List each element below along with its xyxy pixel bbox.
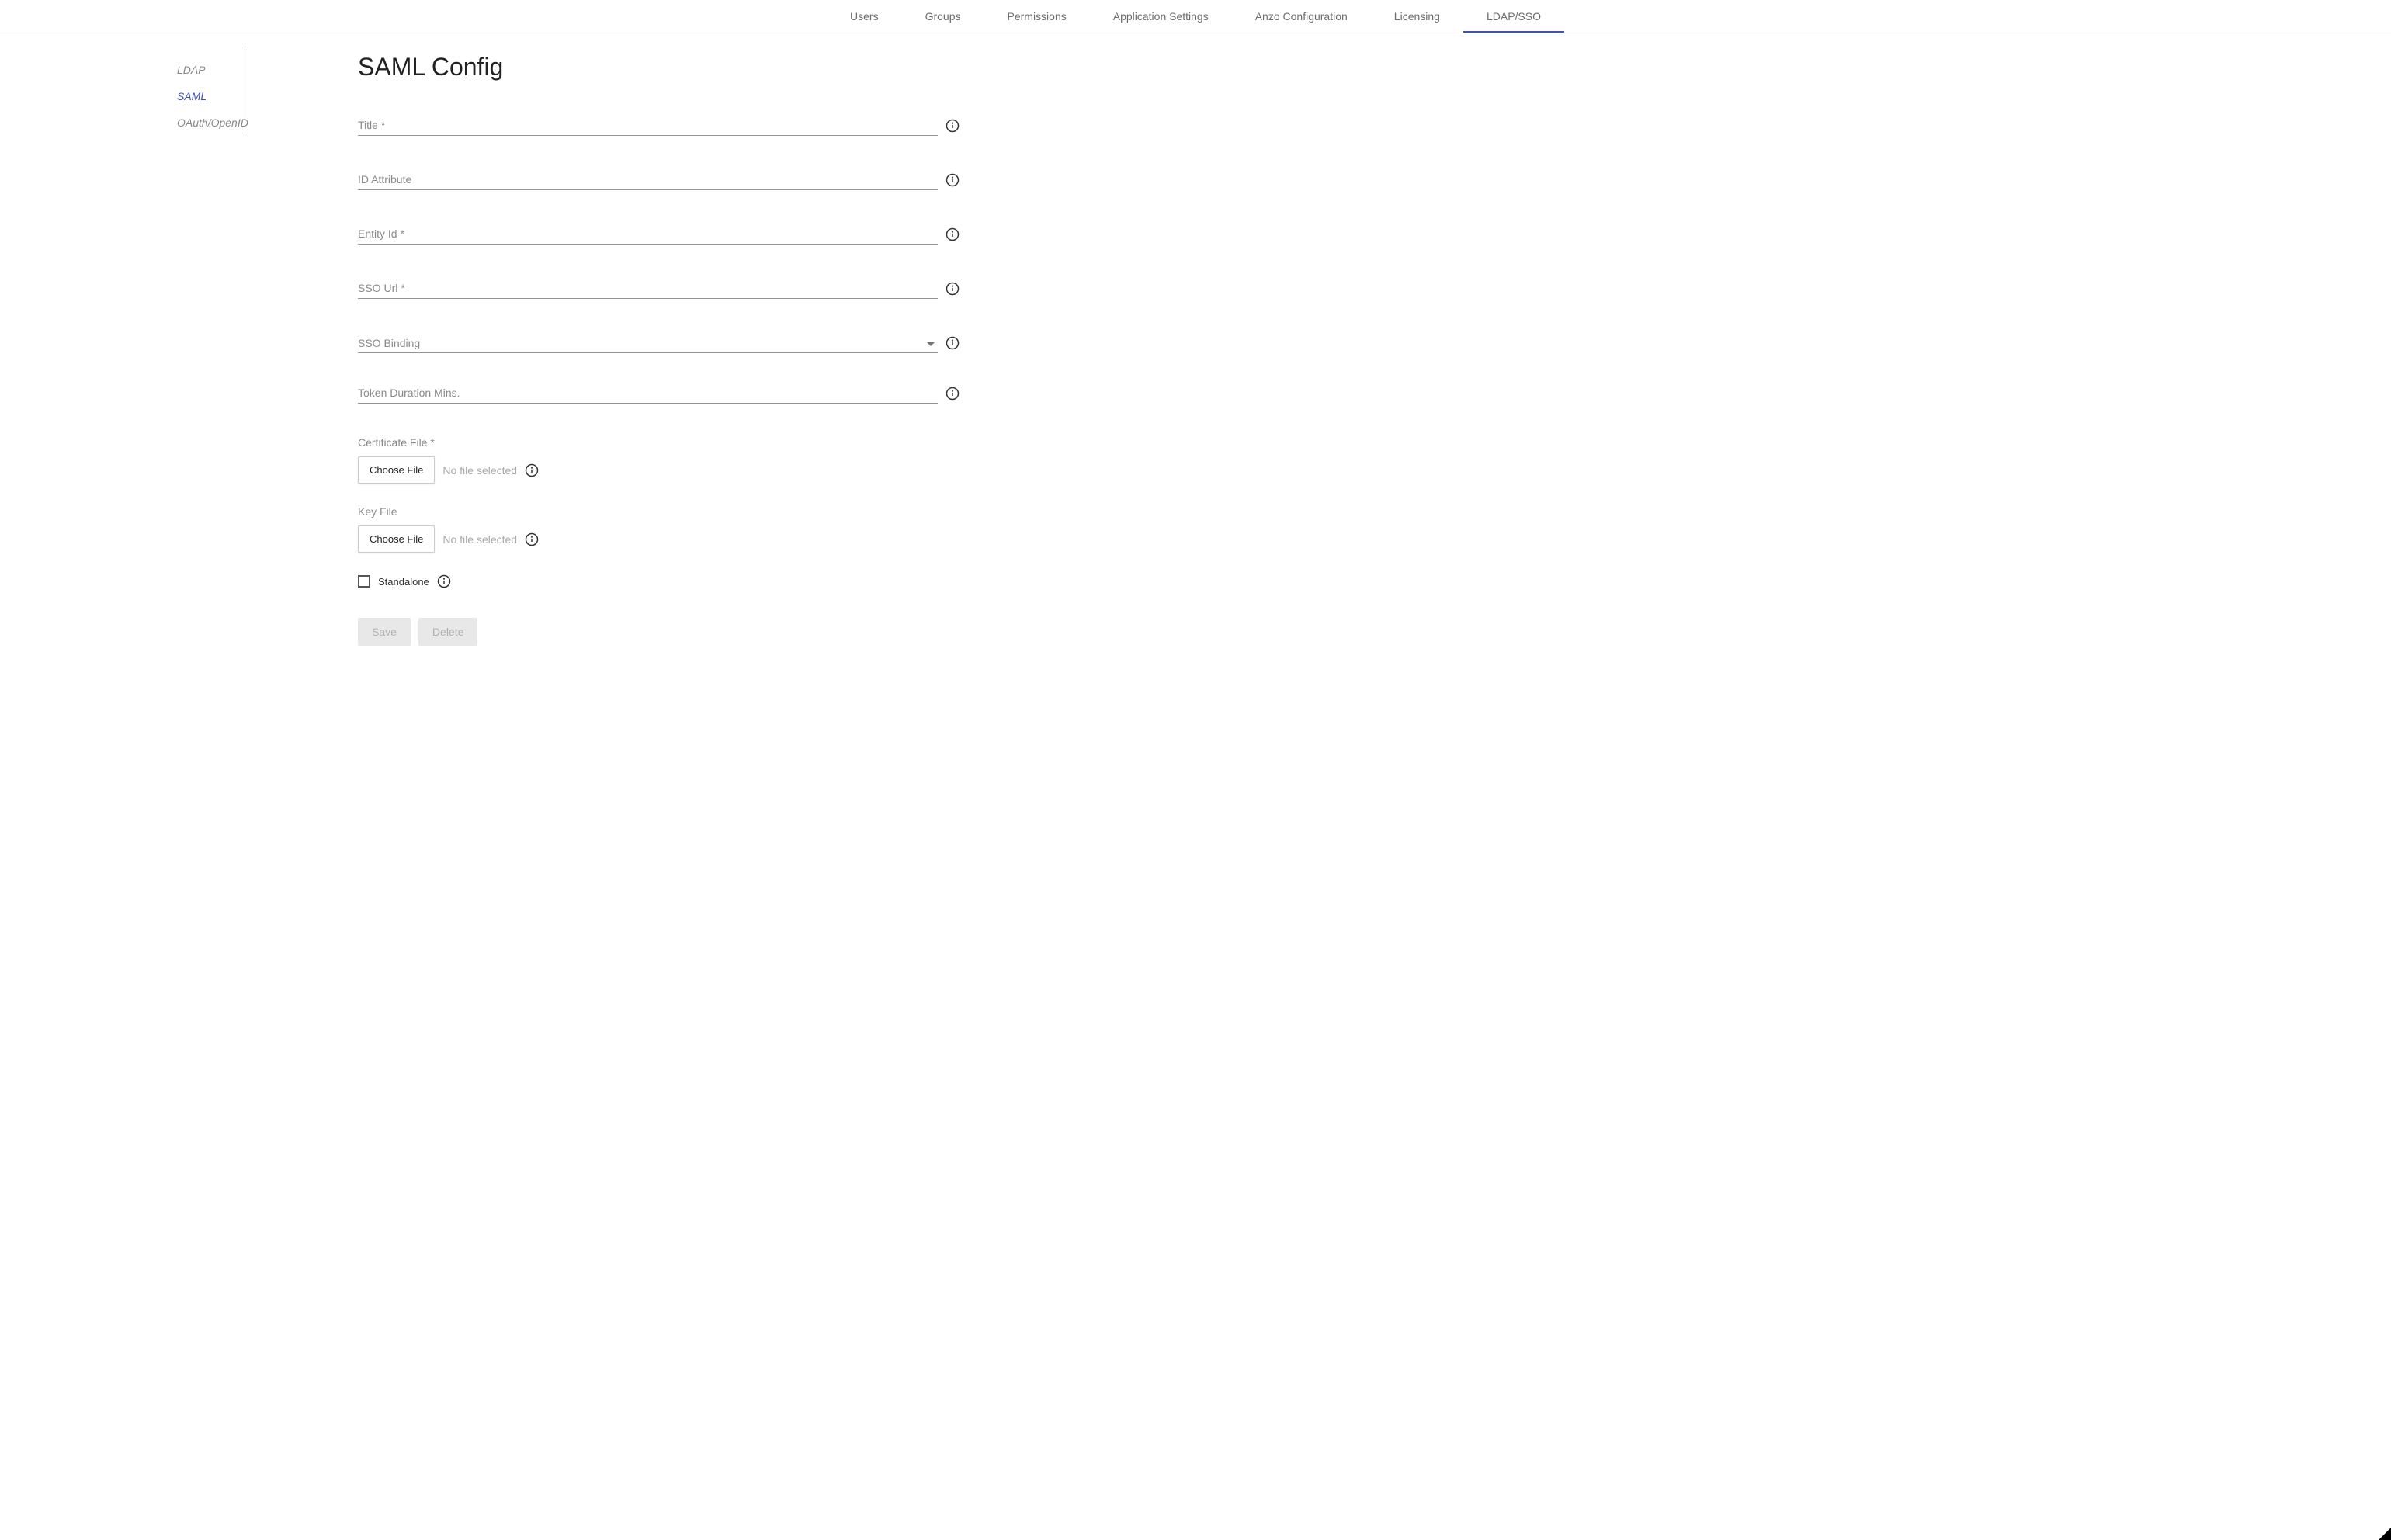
sso-binding-label: SSO Binding [358, 337, 927, 352]
certificate-file-label: Certificate File * [358, 436, 960, 449]
title-input[interactable] [358, 114, 938, 136]
chevron-down-icon [927, 342, 935, 346]
sidenav-item-ldap[interactable]: LDAP [177, 57, 245, 83]
certificate-choose-file-button[interactable]: Choose File [358, 456, 435, 484]
side-nav: LDAP SAML OAuth/OpenID [0, 49, 245, 136]
key-file-label: Key File [358, 505, 960, 518]
action-buttons: Save Delete [358, 618, 960, 646]
info-icon[interactable] [525, 463, 539, 477]
key-file-section: Key File Choose File No file selected [358, 505, 960, 553]
delete-button[interactable]: Delete [418, 618, 477, 646]
info-icon[interactable] [946, 387, 960, 401]
form-area: SAML Config Title * ID Attribute E [245, 49, 960, 677]
tab-users[interactable]: Users [827, 0, 902, 33]
token-duration-input[interactable] [358, 382, 938, 404]
certificate-file-status: No file selected [442, 464, 517, 477]
tab-licensing[interactable]: Licensing [1371, 0, 1463, 33]
sso-binding-select[interactable]: SSO Binding [358, 331, 938, 353]
info-icon[interactable] [437, 574, 451, 588]
sidenav-item-saml[interactable]: SAML [177, 83, 245, 109]
tab-groups[interactable]: Groups [902, 0, 984, 33]
info-icon[interactable] [525, 532, 539, 546]
entity-id-input[interactable] [358, 223, 938, 245]
info-icon[interactable] [946, 282, 960, 296]
tab-anzo-configuration[interactable]: Anzo Configuration [1232, 0, 1371, 33]
sso-url-input[interactable] [358, 277, 938, 299]
key-choose-file-button[interactable]: Choose File [358, 525, 435, 553]
standalone-label: Standalone [378, 576, 429, 588]
standalone-row: Standalone [358, 574, 960, 588]
info-icon[interactable] [946, 119, 960, 133]
top-nav: Users Groups Permissions Application Set… [0, 0, 2391, 33]
sidenav-item-oauth-openid[interactable]: OAuth/OpenID [177, 109, 245, 136]
key-file-status: No file selected [442, 533, 517, 546]
info-icon[interactable] [946, 227, 960, 241]
id-attribute-input[interactable] [358, 168, 938, 190]
tab-ldap-sso[interactable]: LDAP/SSO [1463, 0, 1564, 33]
standalone-checkbox[interactable] [358, 575, 370, 588]
tab-application-settings[interactable]: Application Settings [1090, 0, 1232, 33]
info-icon[interactable] [946, 173, 960, 187]
info-icon[interactable] [946, 336, 960, 350]
page-title: SAML Config [358, 53, 960, 82]
tab-permissions[interactable]: Permissions [984, 0, 1090, 33]
resize-handle-icon[interactable] [2379, 1528, 2391, 1540]
save-button[interactable]: Save [358, 618, 411, 646]
certificate-file-section: Certificate File * Choose File No file s… [358, 436, 960, 484]
